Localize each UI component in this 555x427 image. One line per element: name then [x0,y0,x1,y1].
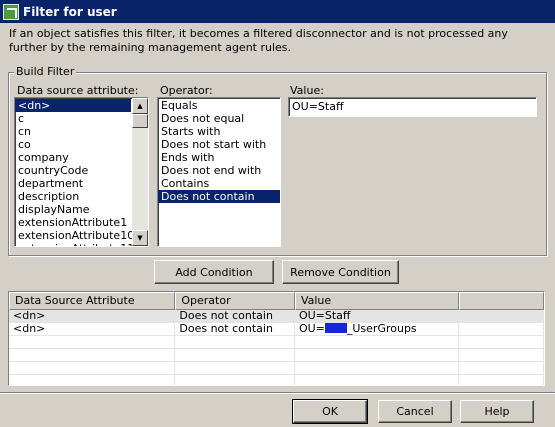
cell-value: OU=Staff [295,310,460,322]
operator-item[interactable]: Starts with [158,125,280,138]
attribute-item[interactable]: <dn> [15,99,131,112]
remove-condition-button[interactable]: Remove Condition [282,260,399,284]
operator-item[interactable]: Does not end with [158,164,280,177]
table-row[interactable]: <dn> Does not contain OU=Staff [9,310,544,323]
empty-cell [9,362,176,374]
operator-listbox[interactable]: Equals Does not equal Starts with Does not … [157,97,281,247]
scroll-up-icon[interactable]: ▲ [132,98,148,114]
attribute-item[interactable]: extensionAttribute10 [15,229,134,242]
scroll-thumb[interactable] [132,114,148,128]
attribute-item[interactable]: cn [15,125,131,138]
window-title: Filter for user [23,4,117,19]
add-condition-button[interactable]: Add Condition [154,260,274,284]
cell-attribute: <dn> [9,323,176,335]
cell-operator: Does not contain [175,323,295,335]
empty-cell [459,375,544,385]
empty-cell [459,323,544,335]
footer-separator [0,392,555,394]
value-label: Value: [290,84,324,97]
redacted-block [324,323,347,333]
value-input[interactable]: OU=Staff [288,97,537,117]
attribute-item[interactable]: extensionAttribute11 [15,242,134,246]
column-header-attribute[interactable]: Data Source Attribute [9,292,176,310]
column-header-operator[interactable]: Operator [175,292,295,310]
empty-cell [175,362,295,374]
operator-item[interactable]: Contains [158,177,280,190]
empty-cell [459,310,544,322]
empty-cell [459,349,544,361]
empty-cell [459,362,544,374]
conditions-grid[interactable]: Data Source Attribute Operator Value <dn… [8,291,545,386]
empty-cell [295,349,460,361]
empty-cell [9,349,176,361]
cell-operator: Does not contain [175,310,295,322]
empty-cell [295,362,460,374]
cell-value-prefix: OU= [298,323,325,335]
operator-label: Operator: [160,84,213,97]
table-row [9,362,544,375]
column-header-value[interactable]: Value [294,292,460,310]
attribute-item[interactable]: countryCode [15,164,131,177]
empty-cell [295,336,460,348]
table-row [9,349,544,362]
filter-description: If an object satisfies this filter, it b… [9,27,508,54]
filter-app-icon [3,3,19,20]
attribute-label: Data source attribute: [17,84,139,97]
attribute-listbox[interactable]: <dn> c cn co company countryCode department des… [14,97,149,247]
attribute-scrollbar[interactable]: ▲ ▼ [132,98,148,246]
empty-cell [9,375,176,385]
operator-item[interactable]: Does not start with [158,138,280,151]
cell-value-suffix: _UserGroups [346,323,417,335]
help-button[interactable]: Help [460,400,534,423]
cell-value-prefix: OU=Staff [298,310,351,322]
table-row [9,336,544,349]
attribute-item[interactable]: description [15,190,131,203]
operator-item[interactable]: Does not equal [158,112,280,125]
attribute-item[interactable]: department [15,177,131,190]
grid-header: Data Source Attribute Operator Value [9,292,544,310]
empty-cell [459,336,544,348]
attribute-item[interactable]: extensionAttribute1 [15,216,131,229]
cell-value: OU= _UserGroups [295,323,460,335]
scroll-down-icon[interactable]: ▼ [132,230,148,246]
ok-button[interactable]: OK [292,399,368,424]
operator-item[interactable]: Does not contain [158,190,280,203]
column-header-spacer [459,292,544,310]
attribute-item[interactable]: c [15,112,131,125]
operator-item[interactable]: Equals [158,99,280,112]
empty-cell [9,336,176,348]
attribute-item[interactable]: company [15,151,131,164]
attribute-item[interactable]: co [15,138,131,151]
empty-cell [175,349,295,361]
table-row[interactable]: <dn> Does not contain OU= _UserGroups [9,323,544,336]
build-filter-label: Build Filter [14,65,77,78]
title-bar: Filter for user [0,0,555,23]
empty-cell [175,375,295,385]
attribute-item[interactable]: displayName [15,203,131,216]
empty-cell [295,375,460,385]
cancel-button[interactable]: Cancel [378,400,452,423]
empty-cell [175,336,295,348]
cell-attribute: <dn> [9,310,176,322]
operator-item[interactable]: Ends with [158,151,280,164]
table-row [9,375,544,385]
